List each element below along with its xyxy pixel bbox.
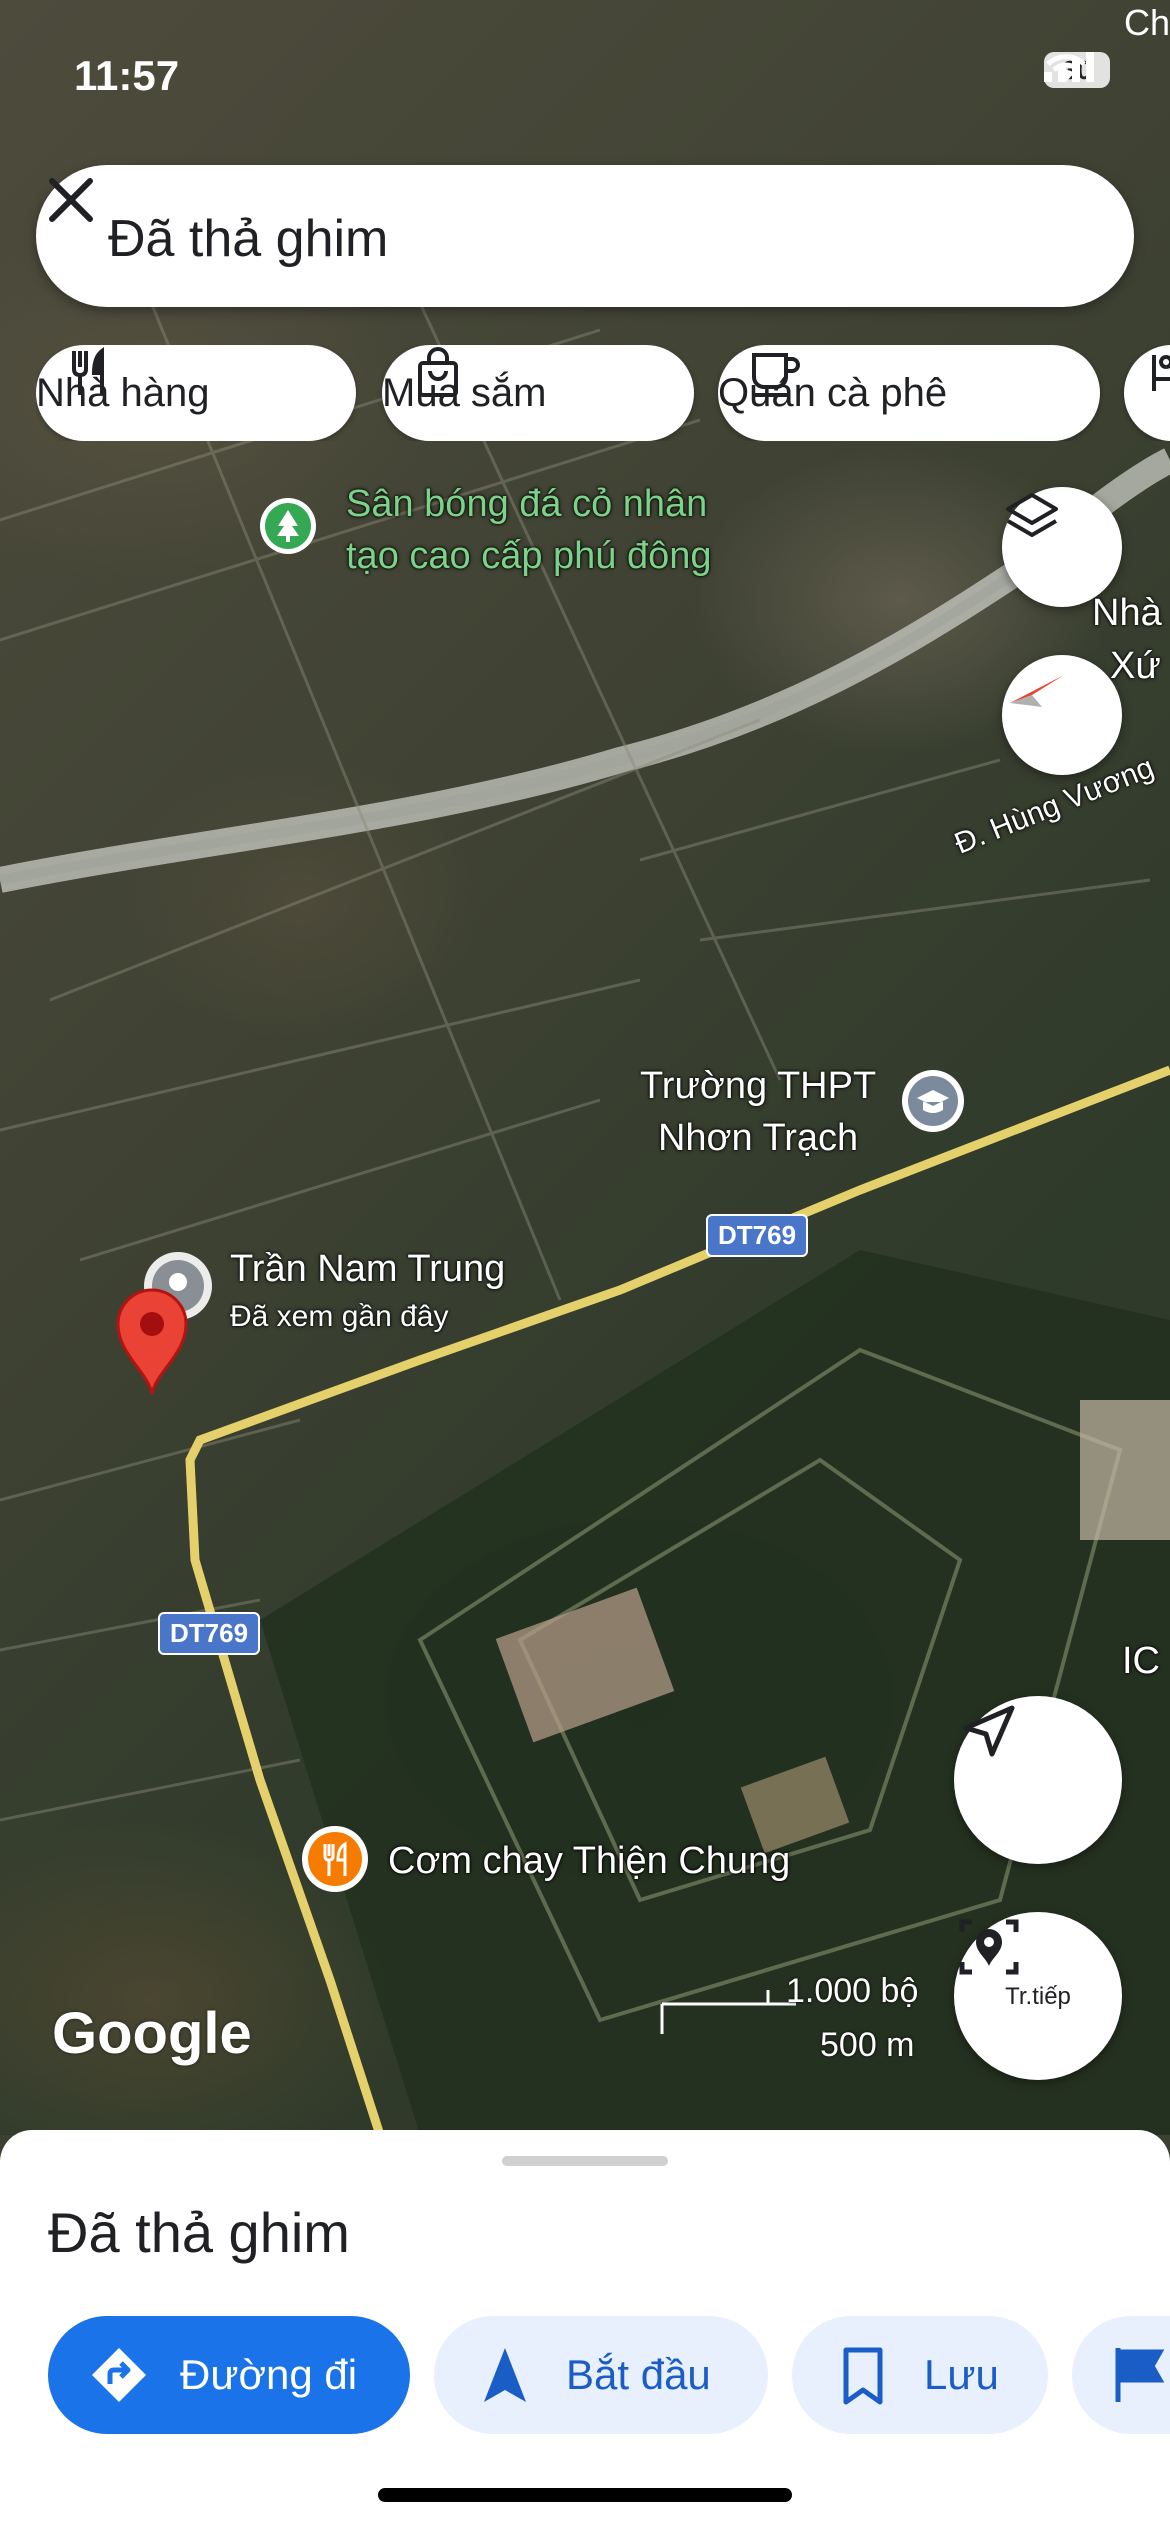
directions-button[interactable]: Đường đi [48, 2316, 410, 2434]
school-pin-icon[interactable] [900, 1068, 966, 1148]
chip-restaurants[interactable]: Nhà hàng [36, 345, 356, 441]
layers-button[interactable] [1002, 487, 1122, 607]
navigation-arrow-icon [484, 2348, 526, 2402]
place-label-line: Sân bóng đá cỏ nhân [346, 483, 708, 525]
wifi-icon [1046, 54, 1086, 82]
place-label-line: tạo cao cấp phú đông [346, 535, 712, 577]
flag-icon [1115, 2348, 1165, 2402]
live-view-icon [959, 1919, 1019, 1975]
my-location-button[interactable] [954, 1696, 1122, 1864]
pin-place-subtitle: Đã xem gần đây [230, 1300, 449, 1333]
directions-label: Đường đi [180, 2351, 358, 2398]
google-logo: Google [52, 2001, 252, 2066]
place-label-school[interactable]: Trường THPT Nhơn Trạch [640, 1060, 876, 1164]
coffee-cup-icon [752, 353, 800, 397]
start-button[interactable]: Bắt đầu [434, 2316, 768, 2434]
road-badge-dt769: DT769 [158, 1612, 261, 1655]
directions-icon [92, 2348, 146, 2402]
live-view-button[interactable]: Tr.tiếp [954, 1912, 1122, 2080]
scale-bar-graphic [660, 1990, 796, 2034]
bed-icon [1152, 355, 1170, 391]
pin-place-name[interactable]: Trần Nam Trung [230, 1248, 505, 1291]
search-bar[interactable]: Đã thả ghim [36, 165, 1134, 307]
save-button[interactable]: Lưu [792, 2316, 1048, 2434]
place-label-edge: Xứ [1110, 645, 1161, 687]
map-edge-label: Ch [1123, 2, 1170, 43]
start-label: Bắt đầu [566, 2351, 711, 2398]
label-button[interactable] [1072, 2316, 1170, 2434]
compass-icon [1010, 675, 1064, 707]
search-title: Đã thả ghim [108, 210, 389, 268]
chip-shopping[interactable]: Mua sắm [382, 345, 694, 441]
location-arrow-icon [963, 1705, 1015, 1757]
status-time: 11:57 [74, 52, 180, 99]
place-bottom-sheet[interactable]: Đã thả ghim Đường đi Bắt đầu Lưu [0, 2130, 1170, 2532]
sheet-title: Đã thả ghim [48, 2201, 350, 2264]
dropped-pin-icon[interactable] [112, 1284, 192, 1396]
action-buttons: Đường đi Bắt đầu Lưu [48, 2316, 1170, 2436]
shopping-bag-icon [418, 347, 458, 397]
bookmark-icon [843, 2347, 883, 2405]
chip-label: Nhà hàng [36, 370, 210, 415]
layers-icon [1006, 493, 1058, 537]
compass-button[interactable] [1002, 655, 1122, 775]
place-label-edge: IC [1122, 1640, 1160, 1682]
scale-meters: 500 m [820, 2026, 915, 2064]
chip-cafe[interactable]: Quán cà phê [718, 345, 1100, 441]
place-label-stadium[interactable]: Sân bóng đá cỏ nhân tạo cao cấp phú đông [346, 478, 712, 582]
place-label-restaurant[interactable]: Cơm chay Thiện Chung [388, 1840, 790, 1883]
close-icon[interactable] [36, 165, 106, 235]
restaurant-pin-icon[interactable] [300, 1824, 370, 1908]
park-pin-icon[interactable] [258, 496, 318, 568]
map-view[interactable]: 11:57 Ch 30 Đã thả ghim Nhà hàng [0, 0, 1170, 2135]
sheet-drag-handle[interactable] [502, 2156, 668, 2166]
save-label: Lưu [924, 2351, 999, 2398]
status-icons: 30 [1044, 52, 1110, 88]
fork-knife-icon [72, 346, 104, 395]
chip-hotels[interactable] [1124, 345, 1170, 441]
place-label-line: Nhơn Trạch [657, 1117, 859, 1159]
place-label-line: Trường THPT [640, 1065, 877, 1107]
live-view-label: Tr.tiếp [1005, 1983, 1071, 2010]
category-chips: Nhà hàng Mua sắm Quán cà phê [36, 345, 1170, 441]
road-badge-dt769: DT769 [706, 1214, 809, 1257]
place-label-edge: Nhà [1092, 592, 1162, 634]
scale-feet: 1.000 bộ [786, 1972, 919, 2010]
home-indicator[interactable] [378, 2488, 792, 2502]
